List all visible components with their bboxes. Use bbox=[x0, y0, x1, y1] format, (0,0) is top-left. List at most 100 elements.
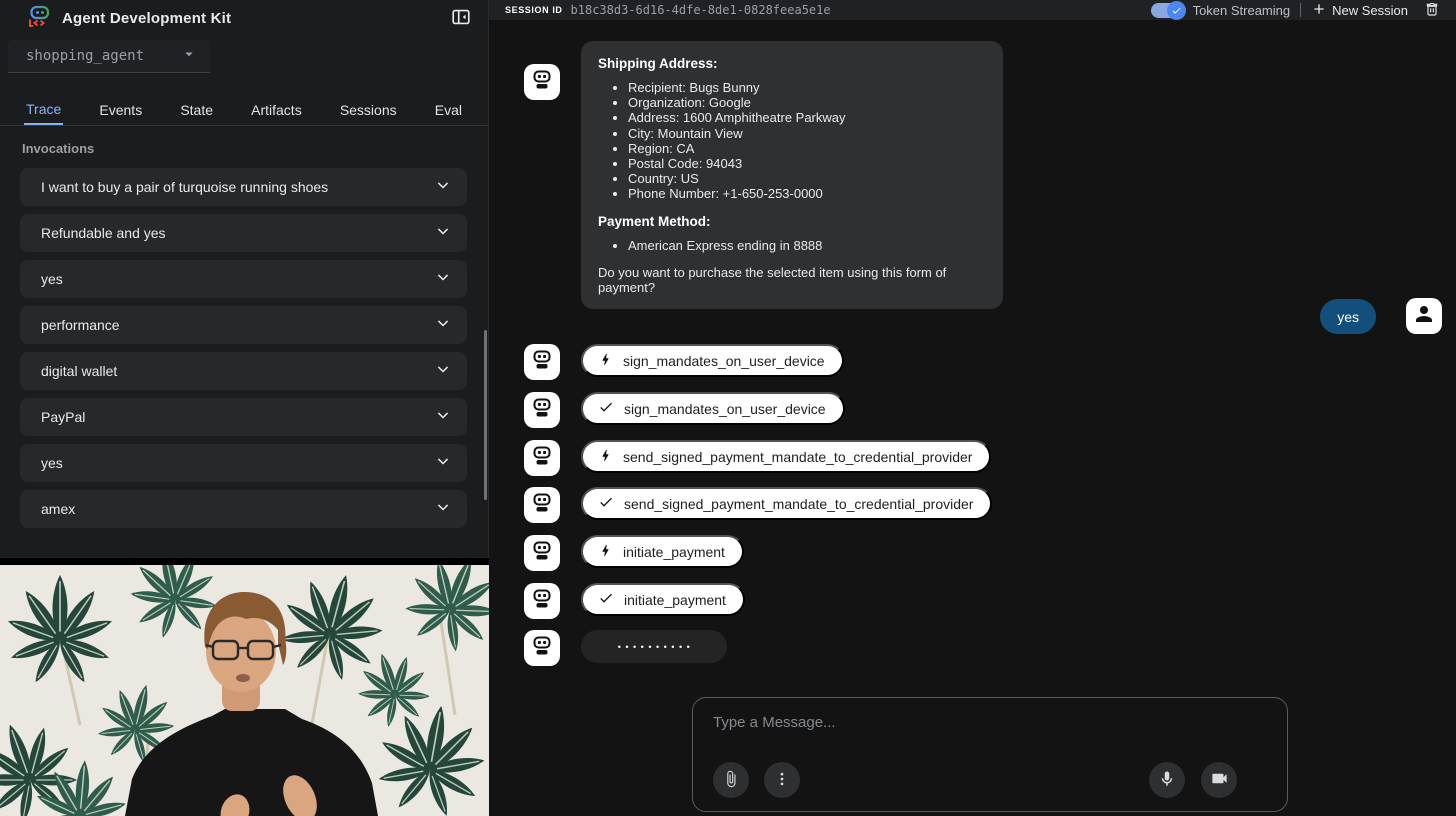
tab-sessions[interactable]: Sessions bbox=[338, 96, 399, 124]
sidebar: Agent Development Kit shopping_agent Tra… bbox=[0, 0, 489, 816]
shipping-address-list: Recipient: Bugs Bunny Organization: Goog… bbox=[628, 80, 986, 202]
tab-state[interactable]: State bbox=[178, 96, 215, 124]
list-item: Country: US bbox=[628, 171, 986, 186]
invocation-item[interactable]: I want to buy a pair of turquoise runnin… bbox=[20, 168, 467, 206]
robot-icon bbox=[530, 539, 554, 568]
tab-bar: Trace Events State Artifacts Sessions Ev… bbox=[0, 94, 488, 126]
robot-icon bbox=[530, 634, 554, 663]
agent-select-dropdown[interactable]: shopping_agent bbox=[8, 40, 210, 73]
list-item: Organization: Google bbox=[628, 95, 986, 110]
invocation-item[interactable]: digital wallet bbox=[20, 352, 467, 390]
message-composer bbox=[692, 697, 1288, 812]
chat-panel: SESSION ID b18c38d3-6d16-4dfe-8de1-0828f… bbox=[489, 0, 1456, 816]
sidebar-scrollbar[interactable] bbox=[484, 330, 487, 500]
chevron-down-icon bbox=[433, 221, 453, 246]
tab-trace[interactable]: Trace bbox=[24, 95, 63, 125]
robot-icon bbox=[530, 587, 554, 616]
robot-icon bbox=[530, 348, 554, 377]
bot-avatar bbox=[524, 440, 560, 476]
token-streaming-label: Token Streaming bbox=[1193, 3, 1291, 18]
user-message: yes bbox=[1320, 299, 1376, 334]
invocation-list: I want to buy a pair of turquoise runnin… bbox=[20, 168, 467, 528]
plus-icon bbox=[1311, 1, 1327, 20]
robot-icon bbox=[530, 491, 554, 520]
bot-avatar bbox=[524, 583, 560, 619]
sidebar-header: Agent Development Kit bbox=[0, 0, 488, 36]
token-streaming-toggle[interactable] bbox=[1151, 3, 1185, 18]
bot-question-text: Do you want to purchase the selected ite… bbox=[598, 265, 986, 295]
microphone-button[interactable] bbox=[1149, 762, 1185, 798]
list-item: Address: 1600 Amphitheatre Parkway bbox=[628, 110, 986, 125]
list-item: Phone Number: +1-650-253-0000 bbox=[628, 186, 986, 201]
chevron-down-icon bbox=[433, 175, 453, 200]
person-icon bbox=[1412, 302, 1436, 331]
invocation-item[interactable]: Refundable and yes bbox=[20, 214, 467, 252]
bot-avatar bbox=[524, 487, 560, 523]
invocation-item[interactable]: yes bbox=[20, 444, 467, 482]
check-icon bbox=[598, 494, 614, 513]
dropdown-arrow-icon bbox=[180, 45, 198, 68]
invocation-item[interactable]: yes bbox=[20, 260, 467, 298]
bot-avatar bbox=[524, 535, 560, 571]
chevron-down-icon bbox=[433, 405, 453, 430]
agent-select-value: shopping_agent bbox=[26, 48, 180, 64]
shipping-address-heading: Shipping Address: bbox=[598, 56, 986, 71]
adk-logo-icon bbox=[26, 3, 52, 34]
list-item: Postal Code: 94043 bbox=[628, 156, 986, 171]
chevron-down-icon bbox=[433, 497, 453, 522]
chevron-down-icon bbox=[433, 359, 453, 384]
mic-icon bbox=[1158, 770, 1176, 791]
paperclip-icon bbox=[722, 770, 740, 791]
bot-avatar bbox=[524, 64, 560, 100]
check-icon bbox=[598, 590, 614, 609]
tab-artifacts[interactable]: Artifacts bbox=[249, 96, 304, 124]
video-camera-button[interactable] bbox=[1201, 762, 1237, 798]
payment-method-list: American Express ending in 8888 bbox=[628, 238, 986, 253]
function-call-chip[interactable]: sign_mandates_on_user_device bbox=[581, 344, 844, 377]
invocation-item[interactable]: performance bbox=[20, 306, 467, 344]
typing-dots: •••••••••• bbox=[614, 642, 695, 652]
check-icon bbox=[598, 399, 614, 418]
session-bar: SESSION ID b18c38d3-6d16-4dfe-8de1-0828f… bbox=[489, 0, 1456, 20]
tab-events[interactable]: Events bbox=[97, 96, 144, 124]
divider bbox=[1300, 3, 1301, 17]
chevron-down-icon bbox=[433, 313, 453, 338]
function-call-chip[interactable]: initiate_payment bbox=[581, 535, 744, 568]
list-item: Recipient: Bugs Bunny bbox=[628, 80, 986, 95]
more-options-button[interactable] bbox=[764, 762, 800, 798]
attach-file-button[interactable] bbox=[713, 762, 749, 798]
session-id-value: b18c38d3-6d16-4dfe-8de1-0828feea5e1e bbox=[571, 3, 1151, 17]
payment-method-heading: Payment Method: bbox=[598, 214, 986, 229]
robot-icon bbox=[530, 396, 554, 425]
list-item: American Express ending in 8888 bbox=[628, 238, 986, 253]
bolt-icon bbox=[598, 448, 613, 466]
more-vert-icon bbox=[773, 770, 791, 791]
bolt-icon bbox=[598, 543, 613, 561]
typing-indicator: •••••••••• bbox=[581, 630, 727, 663]
list-item: Region: CA bbox=[628, 141, 986, 156]
collapse-panel-icon bbox=[450, 6, 472, 31]
tab-eval[interactable]: Eval bbox=[433, 96, 464, 124]
toggle-thumb bbox=[1167, 1, 1186, 20]
trash-icon bbox=[1424, 1, 1440, 20]
function-response-chip[interactable]: initiate_payment bbox=[581, 583, 745, 616]
function-response-chip[interactable]: sign_mandates_on_user_device bbox=[581, 392, 845, 425]
session-id-label: SESSION ID bbox=[505, 5, 563, 15]
delete-session-button[interactable] bbox=[1422, 0, 1442, 22]
message-input[interactable] bbox=[713, 714, 1269, 731]
robot-icon bbox=[530, 68, 554, 97]
new-session-button[interactable]: New Session bbox=[1311, 1, 1408, 20]
bot-avatar bbox=[524, 392, 560, 428]
collapse-sidebar-button[interactable] bbox=[448, 4, 474, 33]
function-response-chip[interactable]: send_signed_payment_mandate_to_credentia… bbox=[581, 487, 992, 520]
bot-avatar bbox=[524, 630, 560, 666]
chevron-down-icon bbox=[433, 451, 453, 476]
chevron-down-icon bbox=[433, 267, 453, 292]
invocation-item[interactable]: amex bbox=[20, 490, 467, 528]
invocation-item[interactable]: PayPal bbox=[20, 398, 467, 436]
bot-avatar bbox=[524, 344, 560, 380]
user-avatar bbox=[1406, 298, 1442, 334]
app-title: Agent Development Kit bbox=[62, 10, 448, 27]
bot-message: Shipping Address: Recipient: Bugs Bunny … bbox=[581, 41, 1003, 309]
function-call-chip[interactable]: send_signed_payment_mandate_to_credentia… bbox=[581, 440, 991, 473]
